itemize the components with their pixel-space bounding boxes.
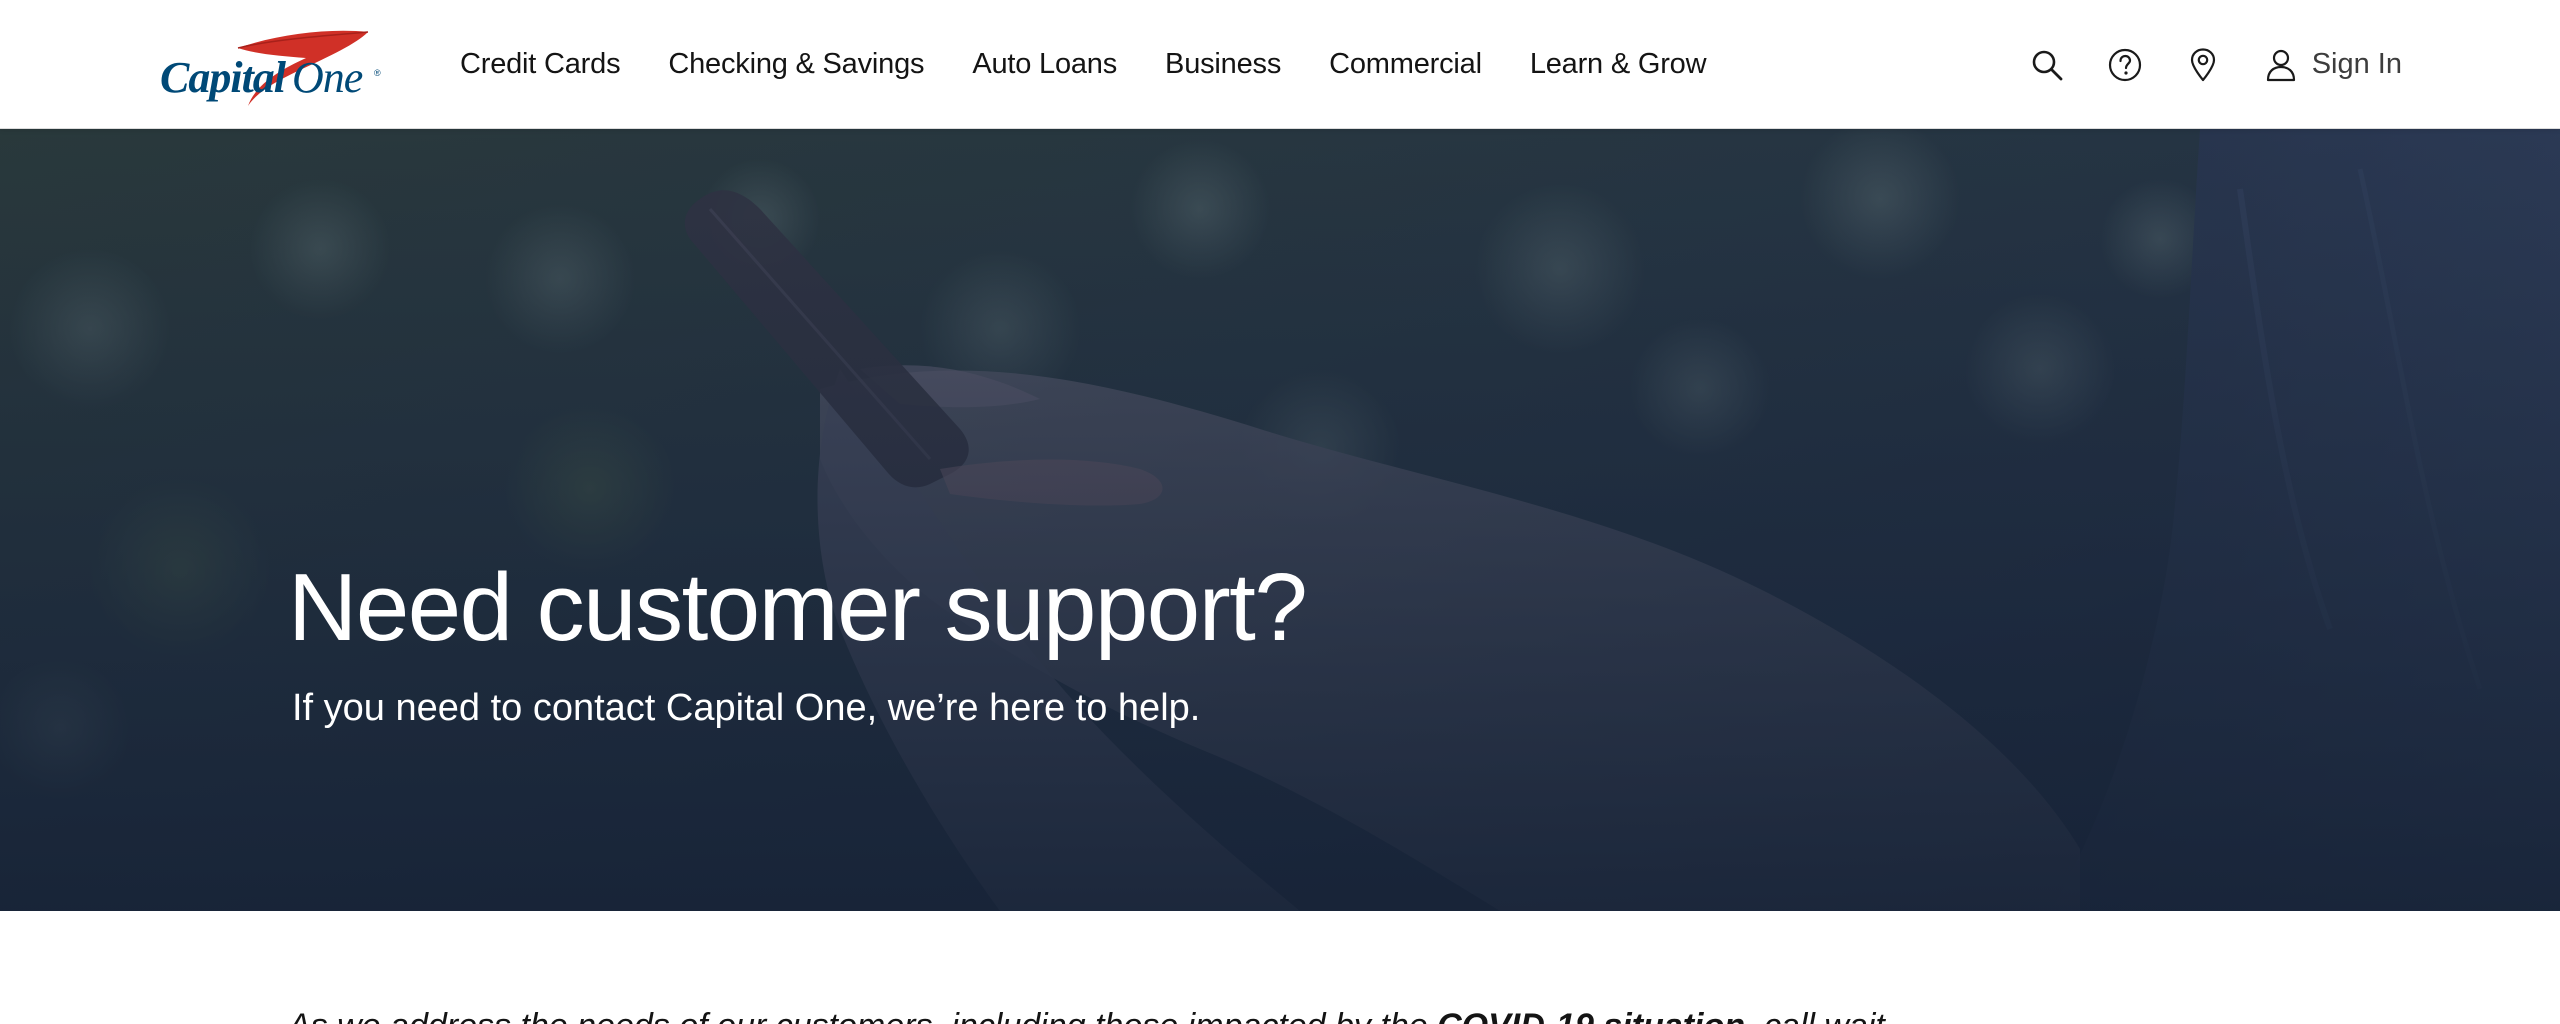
intro-text-end: , call wait: [1745, 1007, 1885, 1024]
covid-situation-link[interactable]: COVID-19 situation: [1437, 1007, 1745, 1024]
svg-text:One: One: [292, 53, 363, 102]
svg-text:®: ®: [374, 68, 381, 78]
hero-subtitle: If you need to contact Capital One, we’r…: [292, 687, 1201, 729]
capital-one-logo[interactable]: Capital One ®: [160, 26, 386, 110]
hero-background-image: [0, 129, 2560, 911]
location-pin-icon[interactable]: [2184, 46, 2222, 84]
intro-section: As we address the needs of our customers…: [0, 911, 2560, 1024]
main-nav: Credit Cards Checking & Savings Auto Loa…: [460, 0, 1754, 129]
nav-item-business[interactable]: Business: [1165, 48, 1281, 81]
hero-title: Need customer support?: [288, 554, 1308, 661]
search-icon[interactable]: [2028, 46, 2066, 84]
utility-nav: Sign In: [1988, 0, 2402, 129]
sign-in-link[interactable]: Sign In: [2262, 46, 2402, 84]
nav-item-auto-loans[interactable]: Auto Loans: [972, 48, 1117, 81]
svg-text:Capital: Capital: [160, 53, 287, 102]
help-icon[interactable]: [2106, 46, 2144, 84]
nav-item-credit-cards[interactable]: Credit Cards: [460, 48, 621, 81]
intro-paragraph: As we address the needs of our customers…: [288, 1007, 1885, 1024]
site-header: Capital One ® Credit Cards Checking & Sa…: [0, 0, 2560, 129]
hero-banner: Need customer support? If you need to co…: [0, 129, 2560, 911]
nav-item-checking-savings[interactable]: Checking & Savings: [668, 48, 924, 81]
intro-text-start: As we address the needs of our customers…: [288, 1007, 1437, 1024]
nav-item-commercial[interactable]: Commercial: [1329, 48, 1482, 81]
sign-in-label: Sign In: [2311, 48, 2402, 80]
user-icon: [2262, 46, 2300, 84]
nav-item-learn-grow[interactable]: Learn & Grow: [1530, 48, 1707, 81]
capital-one-logo-mark: Capital One ®: [160, 30, 381, 106]
